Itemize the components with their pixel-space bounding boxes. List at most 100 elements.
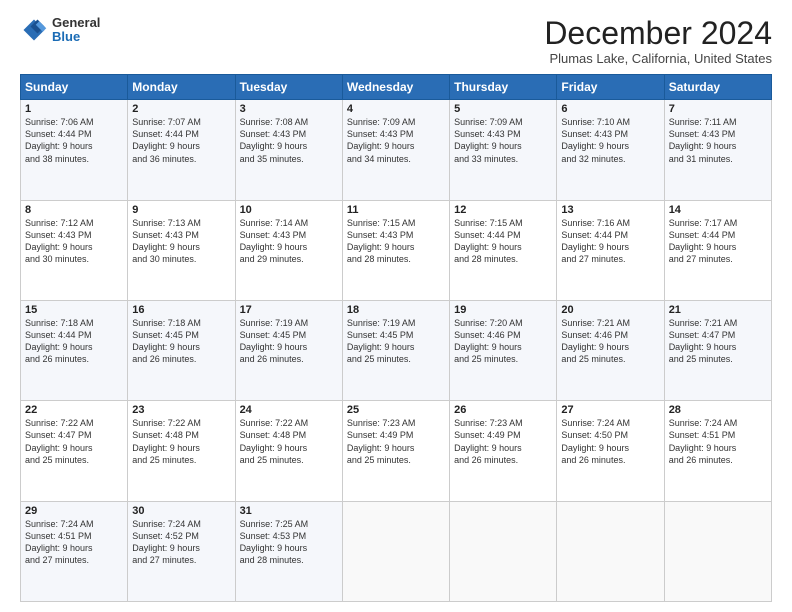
cell-details: Sunrise: 7:10 AMSunset: 4:43 PMDaylight:… — [561, 116, 659, 165]
calendar-cell: 7Sunrise: 7:11 AMSunset: 4:43 PMDaylight… — [664, 100, 771, 200]
calendar-week-row: 1Sunrise: 7:06 AMSunset: 4:44 PMDaylight… — [21, 100, 772, 200]
cell-details: Sunrise: 7:21 AMSunset: 4:47 PMDaylight:… — [669, 317, 767, 366]
cell-details: Sunrise: 7:15 AMSunset: 4:43 PMDaylight:… — [347, 217, 445, 266]
calendar-week-row: 15Sunrise: 7:18 AMSunset: 4:44 PMDayligh… — [21, 300, 772, 400]
day-number: 15 — [25, 304, 123, 316]
header: General Blue December 2024 Plumas Lake, … — [20, 16, 772, 66]
calendar-cell: 3Sunrise: 7:08 AMSunset: 4:43 PMDaylight… — [235, 100, 342, 200]
calendar-week-row: 22Sunrise: 7:22 AMSunset: 4:47 PMDayligh… — [21, 401, 772, 501]
location-text: Plumas Lake, California, United States — [544, 51, 772, 66]
weekday-header-row: SundayMondayTuesdayWednesdayThursdayFrid… — [21, 75, 772, 100]
day-number: 1 — [25, 103, 123, 115]
calendar-week-row: 29Sunrise: 7:24 AMSunset: 4:51 PMDayligh… — [21, 501, 772, 601]
day-number: 18 — [347, 304, 445, 316]
day-number: 25 — [347, 404, 445, 416]
day-number: 23 — [132, 404, 230, 416]
cell-details: Sunrise: 7:17 AMSunset: 4:44 PMDaylight:… — [669, 217, 767, 266]
calendar-cell: 27Sunrise: 7:24 AMSunset: 4:50 PMDayligh… — [557, 401, 664, 501]
title-block: December 2024 Plumas Lake, California, U… — [544, 16, 772, 66]
calendar-cell: 28Sunrise: 7:24 AMSunset: 4:51 PMDayligh… — [664, 401, 771, 501]
calendar-cell: 15Sunrise: 7:18 AMSunset: 4:44 PMDayligh… — [21, 300, 128, 400]
cell-details: Sunrise: 7:16 AMSunset: 4:44 PMDaylight:… — [561, 217, 659, 266]
cell-details: Sunrise: 7:18 AMSunset: 4:45 PMDaylight:… — [132, 317, 230, 366]
calendar-cell: 8Sunrise: 7:12 AMSunset: 4:43 PMDaylight… — [21, 200, 128, 300]
cell-details: Sunrise: 7:11 AMSunset: 4:43 PMDaylight:… — [669, 116, 767, 165]
calendar-cell: 19Sunrise: 7:20 AMSunset: 4:46 PMDayligh… — [450, 300, 557, 400]
weekday-header: Sunday — [21, 75, 128, 100]
cell-details: Sunrise: 7:22 AMSunset: 4:47 PMDaylight:… — [25, 417, 123, 466]
calendar-cell: 23Sunrise: 7:22 AMSunset: 4:48 PMDayligh… — [128, 401, 235, 501]
cell-details: Sunrise: 7:18 AMSunset: 4:44 PMDaylight:… — [25, 317, 123, 366]
calendar-cell: 13Sunrise: 7:16 AMSunset: 4:44 PMDayligh… — [557, 200, 664, 300]
day-number: 12 — [454, 204, 552, 216]
day-number: 3 — [240, 103, 338, 115]
calendar-cell: 30Sunrise: 7:24 AMSunset: 4:52 PMDayligh… — [128, 501, 235, 601]
calendar-table: SundayMondayTuesdayWednesdayThursdayFrid… — [20, 74, 772, 602]
cell-details: Sunrise: 7:23 AMSunset: 4:49 PMDaylight:… — [454, 417, 552, 466]
cell-details: Sunrise: 7:15 AMSunset: 4:44 PMDaylight:… — [454, 217, 552, 266]
logo-general-text: General — [52, 16, 100, 30]
cell-details: Sunrise: 7:22 AMSunset: 4:48 PMDaylight:… — [240, 417, 338, 466]
day-number: 13 — [561, 204, 659, 216]
day-number: 19 — [454, 304, 552, 316]
calendar-cell: 12Sunrise: 7:15 AMSunset: 4:44 PMDayligh… — [450, 200, 557, 300]
day-number: 2 — [132, 103, 230, 115]
cell-details: Sunrise: 7:19 AMSunset: 4:45 PMDaylight:… — [347, 317, 445, 366]
calendar-cell — [664, 501, 771, 601]
day-number: 4 — [347, 103, 445, 115]
logo-text: General Blue — [52, 16, 100, 45]
calendar-cell: 22Sunrise: 7:22 AMSunset: 4:47 PMDayligh… — [21, 401, 128, 501]
logo-blue-text: Blue — [52, 30, 100, 44]
calendar-cell: 29Sunrise: 7:24 AMSunset: 4:51 PMDayligh… — [21, 501, 128, 601]
calendar-page: General Blue December 2024 Plumas Lake, … — [0, 0, 792, 612]
calendar-cell: 18Sunrise: 7:19 AMSunset: 4:45 PMDayligh… — [342, 300, 449, 400]
day-number: 31 — [240, 505, 338, 517]
calendar-week-row: 8Sunrise: 7:12 AMSunset: 4:43 PMDaylight… — [21, 200, 772, 300]
day-number: 5 — [454, 103, 552, 115]
cell-details: Sunrise: 7:12 AMSunset: 4:43 PMDaylight:… — [25, 217, 123, 266]
weekday-header: Thursday — [450, 75, 557, 100]
month-title: December 2024 — [544, 16, 772, 51]
day-number: 20 — [561, 304, 659, 316]
cell-details: Sunrise: 7:14 AMSunset: 4:43 PMDaylight:… — [240, 217, 338, 266]
weekday-header: Tuesday — [235, 75, 342, 100]
calendar-cell: 10Sunrise: 7:14 AMSunset: 4:43 PMDayligh… — [235, 200, 342, 300]
weekday-header: Wednesday — [342, 75, 449, 100]
logo: General Blue — [20, 16, 100, 45]
day-number: 11 — [347, 204, 445, 216]
calendar-cell: 31Sunrise: 7:25 AMSunset: 4:53 PMDayligh… — [235, 501, 342, 601]
calendar-cell: 26Sunrise: 7:23 AMSunset: 4:49 PMDayligh… — [450, 401, 557, 501]
weekday-header: Friday — [557, 75, 664, 100]
weekday-header: Saturday — [664, 75, 771, 100]
cell-details: Sunrise: 7:06 AMSunset: 4:44 PMDaylight:… — [25, 116, 123, 165]
day-number: 22 — [25, 404, 123, 416]
calendar-cell: 21Sunrise: 7:21 AMSunset: 4:47 PMDayligh… — [664, 300, 771, 400]
day-number: 21 — [669, 304, 767, 316]
calendar-cell: 6Sunrise: 7:10 AMSunset: 4:43 PMDaylight… — [557, 100, 664, 200]
cell-details: Sunrise: 7:24 AMSunset: 4:50 PMDaylight:… — [561, 417, 659, 466]
calendar-cell: 17Sunrise: 7:19 AMSunset: 4:45 PMDayligh… — [235, 300, 342, 400]
cell-details: Sunrise: 7:24 AMSunset: 4:51 PMDaylight:… — [669, 417, 767, 466]
cell-details: Sunrise: 7:20 AMSunset: 4:46 PMDaylight:… — [454, 317, 552, 366]
calendar-cell: 11Sunrise: 7:15 AMSunset: 4:43 PMDayligh… — [342, 200, 449, 300]
day-number: 6 — [561, 103, 659, 115]
cell-details: Sunrise: 7:25 AMSunset: 4:53 PMDaylight:… — [240, 518, 338, 567]
cell-details: Sunrise: 7:09 AMSunset: 4:43 PMDaylight:… — [454, 116, 552, 165]
calendar-cell: 2Sunrise: 7:07 AMSunset: 4:44 PMDaylight… — [128, 100, 235, 200]
day-number: 27 — [561, 404, 659, 416]
calendar-cell: 4Sunrise: 7:09 AMSunset: 4:43 PMDaylight… — [342, 100, 449, 200]
calendar-cell — [557, 501, 664, 601]
cell-details: Sunrise: 7:08 AMSunset: 4:43 PMDaylight:… — [240, 116, 338, 165]
day-number: 14 — [669, 204, 767, 216]
cell-details: Sunrise: 7:21 AMSunset: 4:46 PMDaylight:… — [561, 317, 659, 366]
day-number: 9 — [132, 204, 230, 216]
calendar-cell: 5Sunrise: 7:09 AMSunset: 4:43 PMDaylight… — [450, 100, 557, 200]
calendar-cell: 20Sunrise: 7:21 AMSunset: 4:46 PMDayligh… — [557, 300, 664, 400]
calendar-cell: 16Sunrise: 7:18 AMSunset: 4:45 PMDayligh… — [128, 300, 235, 400]
cell-details: Sunrise: 7:07 AMSunset: 4:44 PMDaylight:… — [132, 116, 230, 165]
cell-details: Sunrise: 7:23 AMSunset: 4:49 PMDaylight:… — [347, 417, 445, 466]
calendar-cell: 1Sunrise: 7:06 AMSunset: 4:44 PMDaylight… — [21, 100, 128, 200]
calendar-cell: 25Sunrise: 7:23 AMSunset: 4:49 PMDayligh… — [342, 401, 449, 501]
calendar-cell — [450, 501, 557, 601]
cell-details: Sunrise: 7:13 AMSunset: 4:43 PMDaylight:… — [132, 217, 230, 266]
